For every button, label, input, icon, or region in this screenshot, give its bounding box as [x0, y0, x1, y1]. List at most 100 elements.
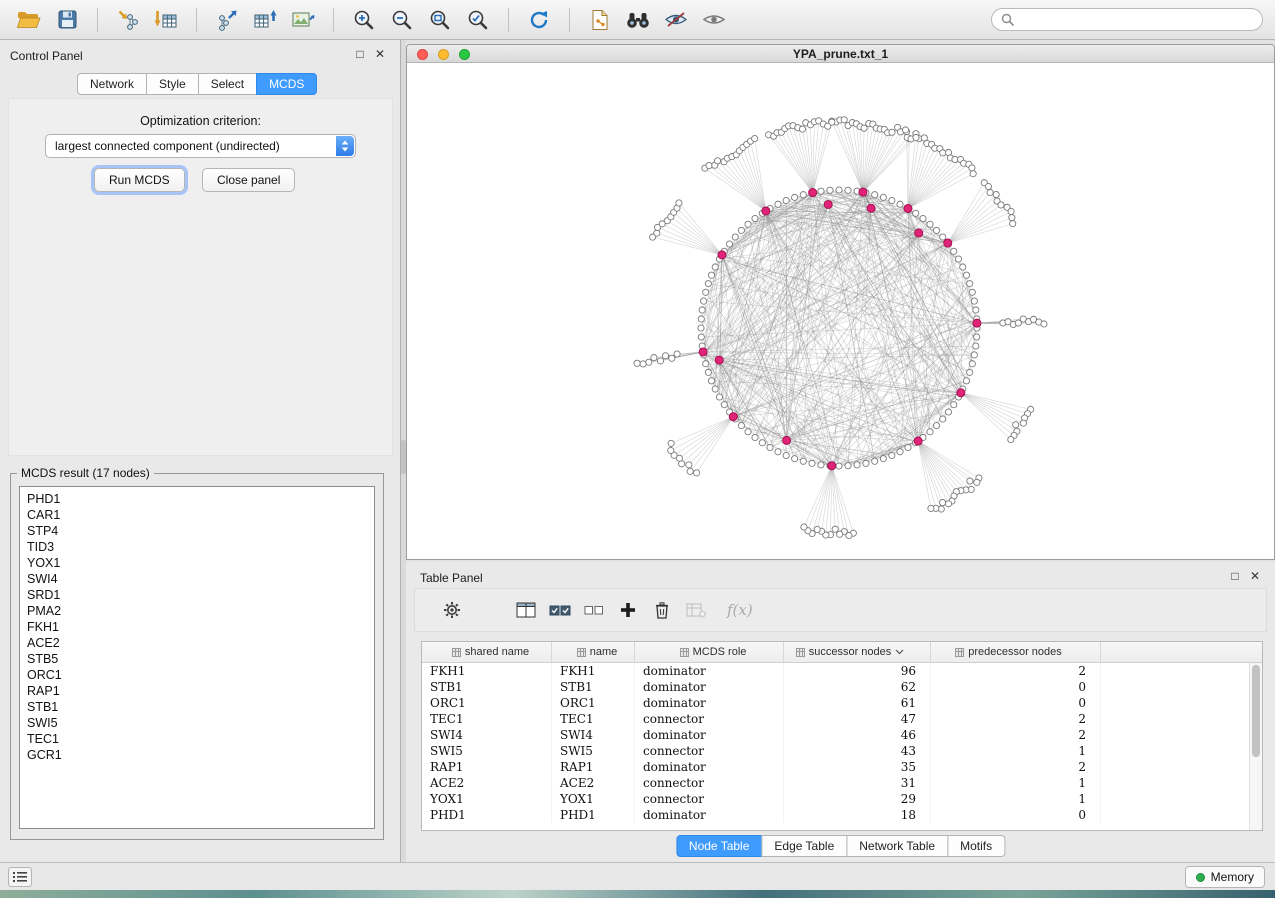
cell-name: SWI4 [552, 727, 635, 743]
add-column-button[interactable] [611, 595, 645, 625]
zoom-fit-button[interactable] [423, 5, 457, 35]
import-table-icon [154, 9, 178, 31]
table-settings-button[interactable] [435, 595, 469, 625]
mcds-node[interactable]: TID3 [27, 539, 367, 555]
mcds-node[interactable]: PMA2 [27, 603, 367, 619]
mcds-result-list[interactable]: PHD1CAR1STP4TID3YOX1SWI4SRD1PMA2FKH1ACE2… [19, 486, 375, 829]
cell-name: YOX1 [552, 791, 635, 807]
table-scrollbar[interactable] [1249, 663, 1262, 830]
close-panel-button[interactable]: ✕ [372, 46, 388, 62]
column-header-successor-nodes[interactable]: successor nodes [784, 642, 931, 662]
table-row[interactable]: TEC1TEC1connector472 [422, 711, 1262, 727]
delete-column-button[interactable] [645, 595, 679, 625]
zoom-in-button[interactable] [347, 5, 381, 35]
mcds-node[interactable]: SRD1 [27, 587, 367, 603]
cell-successor-nodes: 96 [784, 663, 931, 679]
search-box[interactable] [991, 8, 1263, 31]
zoom-in-icon [353, 9, 375, 31]
export-image-button[interactable] [286, 5, 320, 35]
mcds-node[interactable]: GCR1 [27, 747, 367, 763]
show-columns-button[interactable] [509, 595, 543, 625]
criterion-dropdown[interactable]: largest connected component (undirected) [45, 134, 356, 158]
tab-node-table[interactable]: Node Table [676, 835, 763, 857]
search-input[interactable] [1019, 12, 1253, 28]
mcds-node[interactable]: STP4 [27, 523, 367, 539]
float-table-panel-button[interactable]: □ [1227, 568, 1243, 584]
share-document-button[interactable] [583, 5, 617, 35]
mcds-node[interactable]: ACE2 [27, 635, 367, 651]
eye-slash-icon [664, 11, 688, 28]
export-network-button[interactable] [210, 5, 244, 35]
binoculars-icon [625, 11, 651, 29]
network-canvas[interactable] [407, 63, 1274, 559]
table-row[interactable]: RAP1RAP1dominator352 [422, 759, 1262, 775]
cell-mcds-role: connector [635, 791, 784, 807]
mcds-node[interactable]: STB5 [27, 651, 367, 667]
memory-button[interactable]: Memory [1185, 866, 1265, 888]
column-label: successor nodes [809, 646, 892, 658]
tab-mcds[interactable]: MCDS [256, 73, 317, 95]
column-header-shared-name[interactable]: shared name [422, 642, 552, 662]
plus-icon [620, 602, 636, 618]
column-header-name[interactable]: name [552, 642, 635, 662]
mcds-node[interactable]: PHD1 [27, 491, 367, 507]
tab-network[interactable]: Network [77, 73, 147, 95]
mcds-node[interactable]: RAP1 [27, 683, 367, 699]
table-row[interactable]: FKH1FKH1dominator962 [422, 663, 1262, 679]
function-builder-button-disabled: f(x) [727, 601, 753, 619]
cell-shared-name: TEC1 [422, 711, 552, 727]
tab-network-table[interactable]: Network Table [846, 835, 948, 857]
cell-filler [1101, 759, 1262, 775]
cell-predecessor-nodes: 2 [931, 711, 1101, 727]
select-all-icon [549, 602, 571, 618]
zoom-out-button[interactable] [385, 5, 419, 35]
mcds-node[interactable]: FKH1 [27, 619, 367, 635]
mcds-node[interactable]: CAR1 [27, 507, 367, 523]
table-row[interactable]: YOX1YOX1connector291 [422, 791, 1262, 807]
column-header-predecessor-nodes[interactable]: predecessor nodes [931, 642, 1101, 662]
table-row[interactable]: PHD1PHD1dominator180 [422, 807, 1262, 823]
float-panel-button[interactable]: □ [352, 46, 368, 62]
mcds-node[interactable]: STB1 [27, 699, 367, 715]
table-row[interactable]: STB1STB1dominator620 [422, 679, 1262, 695]
table-row[interactable]: SWI4SWI4dominator462 [422, 727, 1262, 743]
network-window-titlebar[interactable]: YPA_prune.txt_1 [407, 45, 1274, 63]
table-row[interactable]: SWI5SWI5connector431 [422, 743, 1262, 759]
cell-name: ORC1 [552, 695, 635, 711]
column-grid-icon [796, 648, 805, 657]
select-all-button[interactable] [543, 595, 577, 625]
close-panel-action-button[interactable]: Close panel [202, 168, 295, 192]
table-row[interactable]: ORC1ORC1dominator610 [422, 695, 1262, 711]
import-network-button[interactable] [111, 5, 145, 35]
tab-edge-table[interactable]: Edge Table [761, 835, 847, 857]
cell-shared-name: STB1 [422, 679, 552, 695]
export-image-icon [291, 10, 315, 30]
import-table-button[interactable] [149, 5, 183, 35]
save-session-button[interactable] [50, 5, 84, 35]
find-button[interactable] [621, 5, 655, 35]
apply-layout-button[interactable] [522, 5, 556, 35]
mcds-node[interactable]: SWI5 [27, 715, 367, 731]
export-table-button[interactable] [248, 5, 282, 35]
tab-motifs[interactable]: Motifs [947, 835, 1005, 857]
mcds-node[interactable]: ORC1 [27, 667, 367, 683]
zoom-selected-button[interactable] [461, 5, 495, 35]
cell-successor-nodes: 29 [784, 791, 931, 807]
mcds-node[interactable]: TEC1 [27, 731, 367, 747]
tab-select[interactable]: Select [198, 73, 257, 95]
mcds-node[interactable]: YOX1 [27, 555, 367, 571]
hide-selected-button[interactable] [659, 5, 693, 35]
close-table-panel-button[interactable]: ✕ [1247, 568, 1263, 584]
open-file-button[interactable] [12, 5, 46, 35]
table-scrollbar-thumb[interactable] [1252, 665, 1260, 757]
show-all-button[interactable] [697, 5, 731, 35]
deselect-all-button[interactable] [577, 595, 611, 625]
cell-successor-nodes: 35 [784, 759, 931, 775]
table-row[interactable]: ACE2ACE2connector311 [422, 775, 1262, 791]
task-history-button[interactable] [8, 867, 32, 887]
run-mcds-button[interactable]: Run MCDS [94, 168, 185, 192]
column-header-mcds-role[interactable]: MCDS role [635, 642, 784, 662]
tab-style[interactable]: Style [146, 73, 199, 95]
mcds-node[interactable]: SWI4 [27, 571, 367, 587]
deselect-all-icon [584, 603, 604, 617]
